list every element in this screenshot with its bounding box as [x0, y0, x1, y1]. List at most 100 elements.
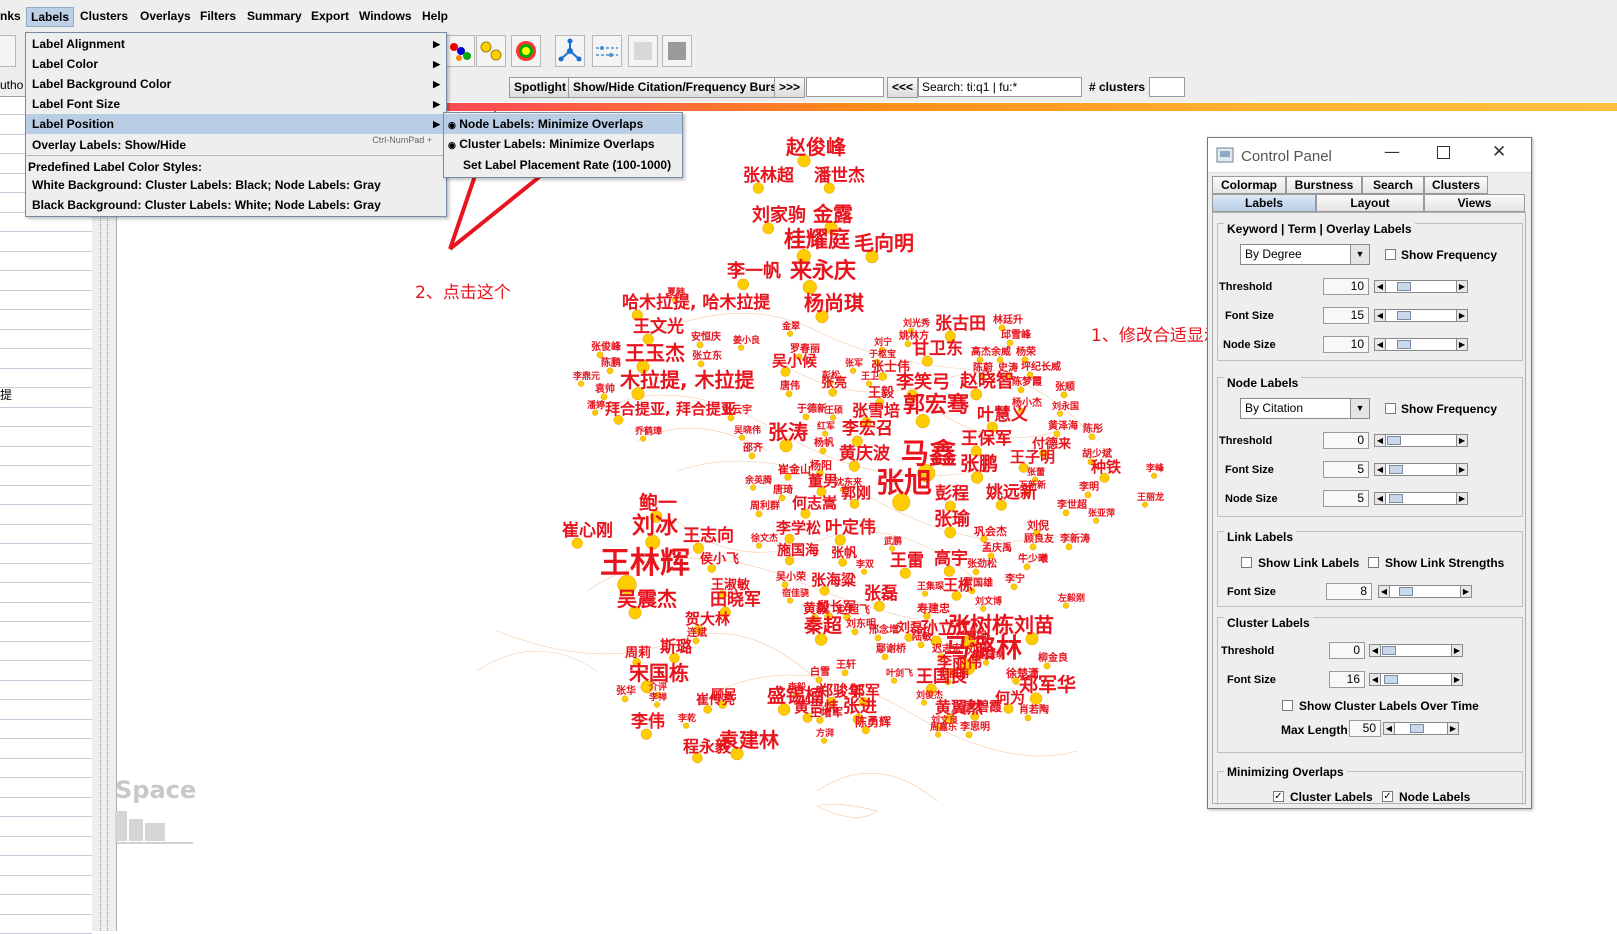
list-row[interactable] [0, 545, 92, 564]
cluster-overlap-checkbox[interactable]: ✓ [1273, 791, 1284, 802]
minimize-icon[interactable]: — [1384, 142, 1400, 161]
list-row[interactable] [0, 837, 92, 856]
list-row[interactable] [0, 330, 92, 349]
list-row[interactable] [0, 857, 92, 876]
keyword-show-frequency-checkbox[interactable] [1385, 249, 1396, 260]
yellow-nodes-button[interactable] [476, 35, 506, 67]
keyword-node-size-field[interactable]: 10 [1323, 336, 1369, 353]
list-row[interactable] [0, 662, 92, 681]
tab-colormap[interactable]: Colormap [1212, 176, 1286, 194]
list-row[interactable] [0, 720, 92, 739]
search-input[interactable]: Search: ti:q1 | fu:* [918, 77, 1082, 97]
menu-labels[interactable]: Labels [26, 7, 75, 27]
list-row[interactable] [0, 428, 92, 447]
list-row[interactable] [0, 701, 92, 720]
cluster-font-size-field[interactable]: 16 [1329, 671, 1365, 688]
menu-export[interactable]: Export [311, 9, 349, 23]
tab-views[interactable]: Views [1424, 194, 1525, 212]
menu-clusters[interactable]: Clusters [80, 9, 128, 23]
link-font-size-field[interactable]: 8 [1326, 583, 1372, 600]
menu-links[interactable]: nks [0, 9, 21, 23]
tab-clusters[interactable]: Clusters [1424, 176, 1488, 194]
node-font-size-slider[interactable]: ◀ ▶ [1374, 463, 1468, 476]
tab-layout[interactable]: Layout [1316, 194, 1424, 212]
node-label-order-select[interactable]: By Citation ▼ [1240, 398, 1370, 419]
list-row[interactable] [0, 233, 92, 252]
menu-item-black-bg-style[interactable]: Black Background: Cluster Labels: White;… [26, 195, 446, 215]
previous-button[interactable]: <<< [887, 77, 919, 98]
list-row[interactable] [0, 408, 92, 427]
gray-view-button[interactable] [628, 35, 658, 67]
close-icon[interactable]: ✕ [1492, 142, 1506, 162]
list-row[interactable] [0, 467, 92, 486]
list-row[interactable] [0, 447, 92, 466]
cluster-threshold-field[interactable]: 0 [1329, 642, 1365, 659]
list-row[interactable] [0, 681, 92, 700]
list-row[interactable] [0, 584, 92, 603]
node-overlap-checkbox[interactable]: ✓ [1382, 791, 1393, 802]
network-layout-button[interactable] [555, 35, 585, 67]
keyword-font-size-slider[interactable]: ◀ ▶ [1374, 309, 1468, 322]
menu-item-white-bg-style[interactable]: White Background: Cluster Labels: Black;… [26, 175, 446, 195]
list-row[interactable] [0, 915, 92, 934]
list-row[interactable] [0, 564, 92, 583]
cluster-over-time-checkbox[interactable] [1282, 700, 1293, 711]
menu-item-label-font-size[interactable]: Label Font Size ▶ [26, 94, 446, 114]
node-threshold-slider[interactable]: ◀ ▶ [1374, 434, 1468, 447]
menu-item-label-alignment[interactable]: Label Alignment ▶ [26, 34, 446, 54]
toolbar-button-partial[interactable] [0, 35, 16, 67]
node-font-size-field[interactable]: 5 [1323, 461, 1369, 478]
list-row[interactable] [0, 369, 92, 388]
list-row[interactable] [0, 740, 92, 759]
list-row[interactable] [0, 623, 92, 642]
list-row[interactable] [0, 603, 92, 622]
spotlight-button[interactable]: Spotlight [509, 77, 571, 98]
menu-item-cluster-minimize-overlaps[interactable]: ◉ Cluster Labels: Minimize Overlaps [444, 134, 682, 154]
list-row[interactable] [0, 506, 92, 525]
menu-item-label-position[interactable]: Label Position ▶ [26, 114, 446, 134]
list-row[interactable] [0, 896, 92, 915]
menu-help[interactable]: Help [422, 9, 448, 23]
panel-splitter[interactable] [92, 102, 117, 931]
list-row[interactable] [0, 525, 92, 544]
list-row[interactable] [0, 486, 92, 505]
menu-item-label-placement-rate[interactable]: Set Label Placement Rate (100-1000) [444, 155, 682, 175]
dark-view-button[interactable] [662, 35, 692, 67]
tab-search[interactable]: Search [1362, 176, 1424, 194]
menu-overlays[interactable]: Overlays [140, 9, 191, 23]
node-node-size-field[interactable]: 5 [1323, 490, 1369, 507]
menu-item-label-color[interactable]: Label Color ▶ [26, 54, 446, 74]
keyword-node-size-slider[interactable]: ◀ ▶ [1374, 338, 1468, 351]
list-row[interactable] [0, 311, 92, 330]
next-button[interactable]: >>> [774, 77, 806, 98]
tab-burstness[interactable]: Burstness [1286, 176, 1362, 194]
list-row[interactable] [0, 291, 92, 310]
timeline-view-button[interactable] [592, 35, 622, 67]
cluster-colors-button[interactable] [445, 35, 475, 67]
cluster-font-size-slider[interactable]: ◀ ▶ [1369, 673, 1463, 686]
list-row[interactable] [0, 779, 92, 798]
show-link-strengths-checkbox[interactable] [1368, 557, 1379, 568]
list-row[interactable] [0, 642, 92, 661]
menu-filters[interactable]: Filters [200, 9, 236, 23]
max-length-slider[interactable]: ◀ ▶ [1383, 722, 1459, 735]
node-node-size-slider[interactable]: ◀ ▶ [1374, 492, 1468, 505]
list-row[interactable] [0, 818, 92, 837]
list-row[interactable] [0, 389, 92, 408]
menu-item-overlay-labels[interactable]: Overlay Labels: Show/Hide Ctrl-NumPad + [26, 135, 446, 155]
title-bar[interactable]: Control Panel — ✕ [1208, 138, 1531, 173]
show-link-labels-checkbox[interactable] [1241, 557, 1252, 568]
max-length-field[interactable]: 50 [1349, 720, 1381, 737]
list-row[interactable] [0, 759, 92, 778]
link-font-size-slider[interactable]: ◀ ▶ [1378, 585, 1472, 598]
list-row[interactable] [0, 876, 92, 895]
menu-item-node-minimize-overlaps[interactable]: ◉ Node Labels: Minimize Overlaps [444, 114, 682, 134]
menu-summary[interactable]: Summary [247, 9, 302, 23]
tab-labels[interactable]: Labels [1212, 194, 1316, 212]
list-row[interactable] [0, 350, 92, 369]
range-field[interactable] [806, 77, 884, 97]
cluster-threshold-slider[interactable]: ◀ ▶ [1369, 644, 1463, 657]
keyword-label-order-select[interactable]: By Degree ▼ [1240, 244, 1370, 265]
menu-item-label-bg-color[interactable]: Label Background Color ▶ [26, 74, 446, 94]
burst-toggle-button[interactable]: Show/Hide Citation/Frequency Burst [568, 77, 787, 98]
